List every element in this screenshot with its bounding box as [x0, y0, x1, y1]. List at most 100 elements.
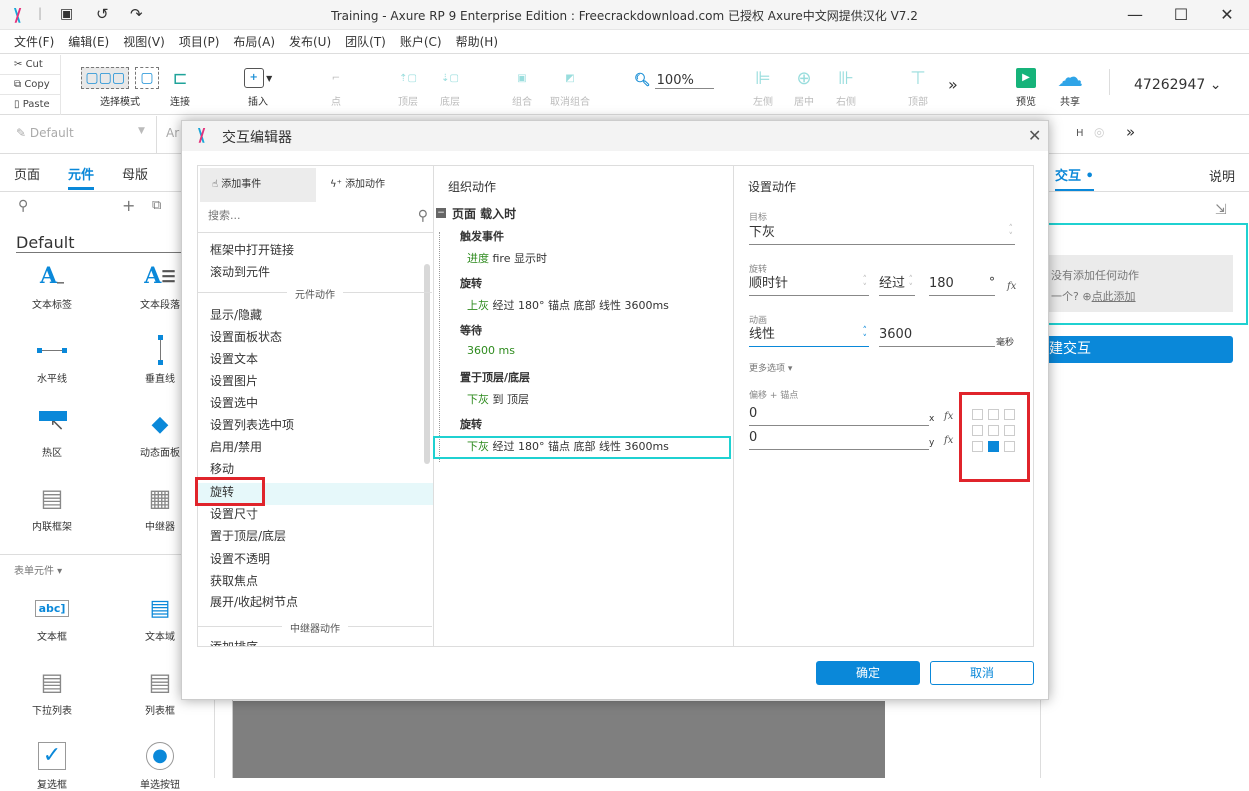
zoom-value[interactable]: 100%: [654, 73, 714, 89]
menu-publish[interactable]: 发布(U): [289, 30, 331, 54]
action-name[interactable]: 旋转: [460, 275, 482, 291]
action-name[interactable]: 触发事件: [460, 228, 504, 244]
tab-interactions[interactable]: 交互 •: [1055, 165, 1094, 192]
fx-button[interactable]: fx: [944, 411, 953, 422]
anchor-point-grid[interactable]: [972, 409, 1015, 452]
action-name[interactable]: 等待: [460, 322, 482, 338]
widget-horizontal-line[interactable]: 水平线: [12, 330, 92, 385]
tab-masters[interactable]: 母版: [122, 164, 148, 183]
widget-inline-frame[interactable]: ▤ 内联框架: [12, 478, 92, 533]
widget-hotspot[interactable]: ↖ 热区: [12, 404, 92, 459]
ungroup-button[interactable]: ◩ 取消组合: [540, 63, 600, 109]
more-tools-button[interactable]: »: [948, 75, 958, 94]
menu-team[interactable]: 团队(T): [345, 30, 386, 54]
zoom-search-icon: 🔍︎: [634, 73, 651, 88]
anchor-middle-left[interactable]: [972, 425, 983, 436]
tab-pages[interactable]: 页面: [14, 164, 40, 183]
anchor-top-right[interactable]: [1004, 409, 1015, 420]
insert-button[interactable]: + ▼ 插入: [228, 63, 288, 108]
anchor-top-center[interactable]: [988, 409, 999, 420]
add-library-icon[interactable]: +: [122, 196, 135, 215]
maximize-button[interactable]: ☐: [1170, 4, 1192, 26]
offset-x-input[interactable]: 0: [749, 404, 929, 426]
form-widgets-section[interactable]: 表单元件 ▾: [14, 562, 62, 577]
event-page-load[interactable]: 页面 载入时: [452, 205, 516, 222]
action-params: fire 显示时: [489, 252, 547, 265]
fx-button[interactable]: fx: [1007, 281, 1016, 292]
visibility-eye-icon[interactable]: ◎: [1094, 125, 1104, 139]
rotate-degrees-input[interactable]: 180 °: [929, 274, 995, 296]
library-menu-icon[interactable]: ⧉: [152, 198, 161, 213]
tab-libraries[interactable]: 元件: [68, 164, 95, 190]
target-select[interactable]: 下灰 ˄ ˅: [749, 223, 1015, 245]
dropdown-caret-icon: ▼: [138, 126, 145, 136]
copy-button[interactable]: ⧉ Copy: [0, 75, 61, 95]
droplist-icon: ▤: [40, 668, 64, 696]
animation-select[interactable]: 线性 ˄ ˅: [749, 325, 869, 347]
library-name[interactable]: Default: [16, 233, 186, 253]
menu-bar: 文件(F) 编辑(E) 视图(V) 项目(P) 布局(A) 发布(U) 团队(T) 账户(C)…: [0, 30, 1249, 54]
widget-radio[interactable]: ● 单选按钮: [120, 736, 200, 791]
canvas-page[interactable]: [233, 701, 885, 778]
action-target: 上灰: [467, 299, 489, 312]
action-detail[interactable]: 上灰 经过 180° 锚点 底部 线性 3600ms: [467, 297, 669, 313]
anchor-bottom-left[interactable]: [972, 441, 983, 452]
selected-action-highlight: [433, 436, 731, 459]
send-to-back-button[interactable]: ⇣▢ 底层: [420, 63, 480, 109]
anchor-top-left[interactable]: [972, 409, 983, 420]
anchor-center[interactable]: [988, 425, 999, 436]
action-name[interactable]: 置于顶层/底层: [460, 369, 530, 385]
dialog-close-button[interactable]: ✕: [1028, 126, 1041, 145]
minimize-button[interactable]: —: [1124, 4, 1146, 26]
close-button[interactable]: ✕: [1216, 4, 1238, 26]
widget-checkbox[interactable]: ✓ 复选框: [12, 736, 92, 791]
paste-button[interactable]: ▯ Paste: [0, 95, 61, 115]
menu-project[interactable]: 项目(P): [179, 30, 220, 54]
align-right-button[interactable]: ⊪ 右侧: [816, 63, 876, 109]
cancel-button[interactable]: 取消: [930, 661, 1034, 685]
more-styles-button[interactable]: »: [1126, 123, 1135, 141]
font-selector[interactable]: Ar: [166, 126, 179, 140]
fx-button[interactable]: fx: [944, 435, 953, 446]
rotate-direction-select[interactable]: 顺时针 ˄ ˅: [749, 274, 869, 296]
more-options-toggle[interactable]: 更多选项 ▾: [749, 361, 792, 374]
anchor-middle-right[interactable]: [1004, 425, 1015, 436]
interaction-editor-dialog: \/ 交互编辑器 ✕ ☝ 添加事件 ϟ⁺ 添加动作 ⚲ 框架中打开链接 滚动到元…: [181, 120, 1049, 700]
widget-text-label[interactable]: A _ 文本标签: [12, 256, 92, 311]
collapse-panel-icon[interactable]: ⇲: [1215, 202, 1227, 218]
anchor-bottom-center[interactable]: [988, 441, 999, 452]
widget-droplist[interactable]: ▤ 下拉列表: [12, 662, 92, 717]
menu-view[interactable]: 视图(V): [123, 30, 165, 54]
action-detail[interactable]: 3600 ms: [467, 344, 515, 357]
rotate-mode-select[interactable]: 经过 ˄ ˅: [879, 274, 915, 296]
zoom-control[interactable]: 🔍︎ 100%: [634, 73, 714, 89]
add-action-link[interactable]: 点此添加: [1092, 290, 1136, 303]
style-selector[interactable]: ✎ Default: [16, 126, 74, 140]
tab-notes[interactable]: 说明: [1209, 166, 1235, 185]
offset-y-input[interactable]: 0: [749, 428, 929, 450]
align-top-button[interactable]: ⊤ 顶部: [888, 63, 948, 109]
connect-button[interactable]: ⊏ 连接: [150, 63, 210, 109]
menu-help[interactable]: 帮助(H): [456, 30, 498, 54]
anchor-bottom-right[interactable]: [1004, 441, 1015, 452]
search-icon[interactable]: ⚲: [18, 198, 28, 214]
action-detail[interactable]: 下灰 到 顶层: [467, 391, 529, 407]
menu-account[interactable]: 账户(C): [400, 30, 442, 54]
animation-duration-input[interactable]: 3600: [879, 325, 995, 347]
cut-button[interactable]: ✂ Cut: [0, 55, 61, 75]
share-button[interactable]: ☁ 共享: [1040, 63, 1100, 108]
radio-icon: ●: [120, 736, 200, 776]
menu-file[interactable]: 文件(F): [14, 30, 54, 54]
action-detail[interactable]: 进度 fire 显示时: [467, 250, 547, 266]
divider: [1041, 191, 1249, 192]
account-menu[interactable]: 47262947 ⌄: [1134, 77, 1221, 93]
new-interaction-button[interactable]: 建交互: [1041, 336, 1233, 363]
widget-text-field[interactable]: abc] 文本框: [12, 588, 92, 643]
menu-arrange[interactable]: 布局(A): [233, 30, 275, 54]
menu-edit[interactable]: 编辑(E): [68, 30, 109, 54]
collapse-toggle-icon[interactable]: −: [436, 208, 446, 218]
action-name[interactable]: 旋转: [460, 416, 482, 432]
ok-button[interactable]: 确定: [816, 661, 920, 685]
action-item[interactable]: 添加排序: [210, 638, 258, 646]
point-button[interactable]: ⌐ 点: [306, 63, 366, 109]
